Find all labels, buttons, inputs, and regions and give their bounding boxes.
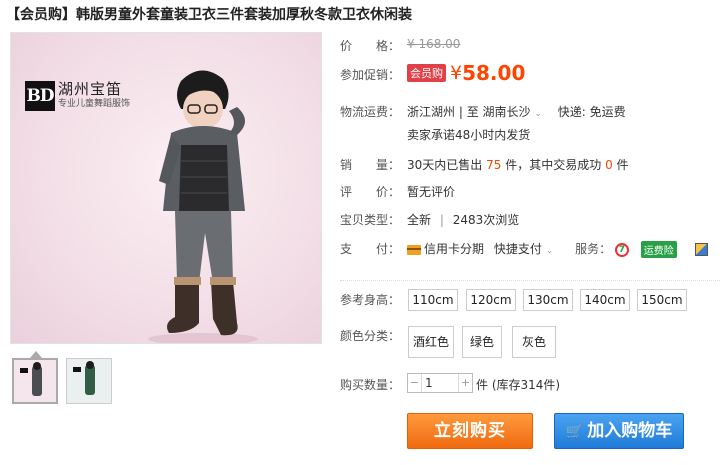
shipping-from: 浙江湖州 <box>407 105 456 119</box>
sales-success-count: 0 <box>605 158 613 172</box>
child-model-illustration <box>148 70 258 343</box>
thumbnail-2[interactable] <box>66 358 112 404</box>
sales-mid: 件，其中交易成功 <box>505 158 602 172</box>
quantity-label: 购买数量： <box>340 378 401 392</box>
color-label: 颜色分类： <box>340 329 401 343</box>
cart-icon: 🛒 <box>565 424 584 440</box>
item-condition: 全新 <box>407 213 432 227</box>
price-label: 价 格： <box>340 39 401 53</box>
brand-logo-name: 湖州宝笛 <box>58 80 123 98</box>
shipping-label: 物流运费： <box>340 105 401 119</box>
color-option-gray[interactable]: 灰色 <box>512 326 556 358</box>
color-option-wine-red[interactable]: 酒红色 <box>408 326 454 358</box>
chevron-down-icon[interactable]: ⌄ <box>546 246 554 256</box>
item-type-label: 宝贝类型： <box>340 213 401 227</box>
brand-logo-subtitle: 专业儿童舞蹈服饰 <box>58 99 131 109</box>
vip-badge: 会员购 <box>407 64 446 82</box>
quick-pay-link[interactable]: 快捷支付 <box>494 242 542 256</box>
sales-count: 75 <box>486 158 502 172</box>
shipping-destination[interactable]: 湖南长沙 <box>483 105 531 119</box>
promo-price: 58.00 <box>462 61 526 85</box>
view-count: 2483次浏览 <box>452 213 520 227</box>
brand-logo-mark: BD <box>25 81 55 111</box>
add-to-cart-label: 加入购物车 <box>587 421 673 441</box>
rating-label: 评 价： <box>340 185 401 199</box>
size-option-130[interactable]: 130cm <box>523 289 573 311</box>
size-option-150[interactable]: 150cm <box>637 289 687 311</box>
thumbnail-strip <box>12 351 112 404</box>
promo-currency: ¥ <box>450 62 463 84</box>
shipping-insurance-badge[interactable]: 运费险 <box>640 241 677 258</box>
quantity-stepper: − 1 + <box>407 373 473 393</box>
divider <box>340 280 720 281</box>
service-label: 服务： <box>575 242 612 256</box>
chevron-down-icon[interactable]: ⌄ <box>534 109 542 119</box>
seven-day-return-icon[interactable]: 7 <box>614 242 629 257</box>
buy-now-button[interactable]: 立刻购买 <box>407 413 533 449</box>
main-product-image[interactable]: BD 湖州宝笛 专业儿童舞蹈服饰 <box>10 32 322 344</box>
quantity-increase-button[interactable]: + <box>459 374 472 392</box>
credit-installment-link[interactable]: 信用卡分期 <box>424 242 484 256</box>
size-option-140[interactable]: 140cm <box>580 289 630 311</box>
payment-label: 支 付： <box>340 242 401 256</box>
sales-suffix: 件 <box>616 158 629 172</box>
shipping-fee: 快递: 免运费 <box>557 105 626 119</box>
brand-logo: BD 湖州宝笛 专业儿童舞蹈服饰 <box>25 81 130 111</box>
promo-label: 参加促销： <box>340 68 401 82</box>
sales-prefix: 30天内已售出 <box>407 158 483 172</box>
product-title: 【会员购】韩版男童外套童装卫衣三件套装加厚秋冬款卫衣休闲装 <box>6 7 412 23</box>
rating-value[interactable]: 暂无评价 <box>407 183 455 200</box>
size-label: 参考身高： <box>340 293 401 307</box>
quantity-decrease-button[interactable]: − <box>408 374 421 392</box>
quantity-input[interactable]: 1 <box>421 374 459 392</box>
service-extra-icon[interactable] <box>694 243 708 256</box>
sales-label: 销 量： <box>340 158 401 172</box>
stock-text: 件 (库存314件) <box>476 378 561 392</box>
credit-card-icon <box>407 244 421 255</box>
thumbnail-1[interactable] <box>12 351 58 404</box>
item-type-sep: | <box>439 213 444 227</box>
size-option-120[interactable]: 120cm <box>466 289 516 311</box>
add-to-cart-button[interactable]: 🛒 加入购物车 <box>554 413 684 449</box>
size-option-110[interactable]: 110cm <box>408 289 458 311</box>
shipping-promise: 卖家承诺48小时内发货 <box>407 128 531 142</box>
color-option-green[interactable]: 绿色 <box>462 326 502 358</box>
original-price: ¥ 168.00 <box>407 37 461 51</box>
shipping-route-sep: | 至 <box>458 105 479 119</box>
